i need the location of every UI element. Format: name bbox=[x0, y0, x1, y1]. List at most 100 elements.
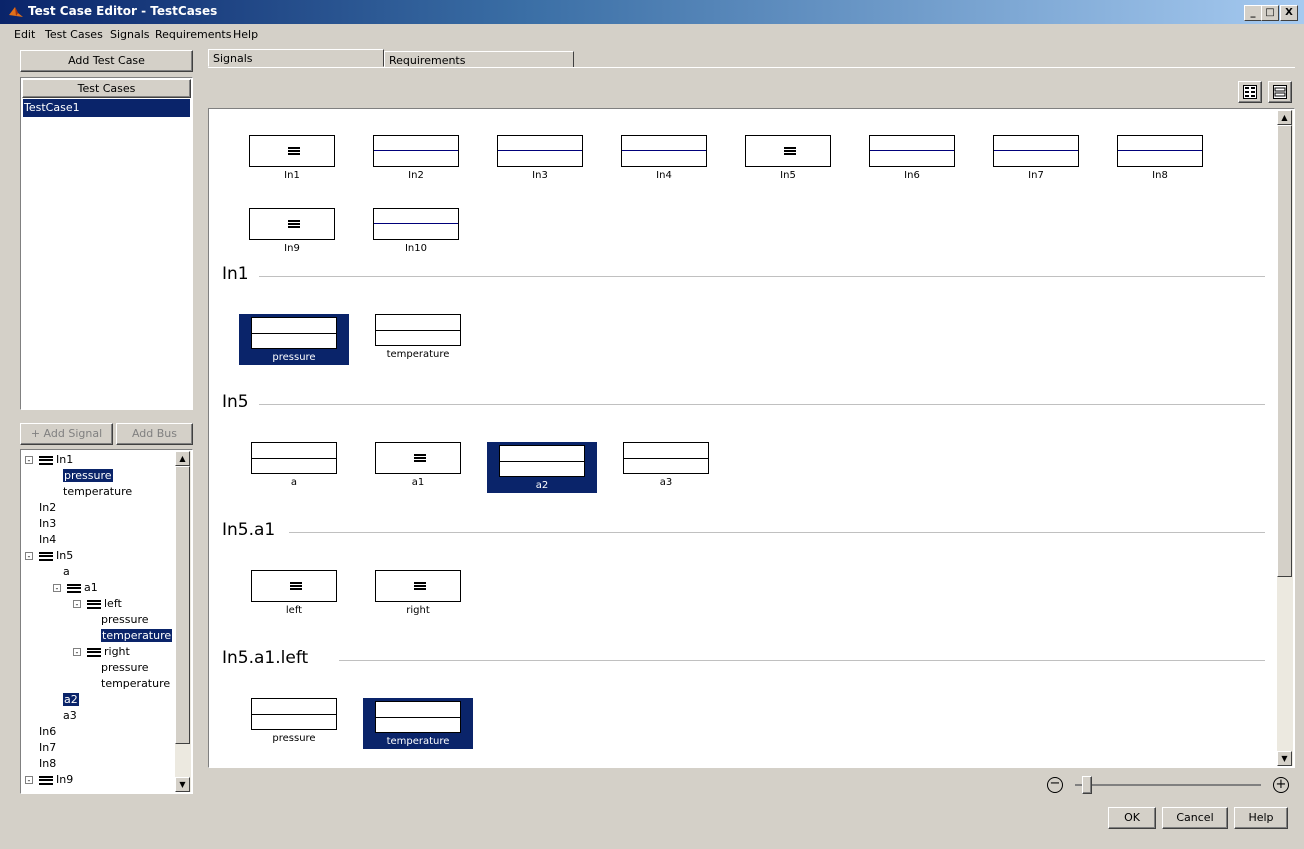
signal-block[interactable]: a3 bbox=[611, 442, 721, 488]
tree-item[interactable]: temperature bbox=[97, 676, 170, 692]
signal-line bbox=[500, 461, 584, 462]
canvas-scrollbar[interactable]: ▲ ▼ bbox=[1277, 110, 1293, 766]
zoom-slider-track[interactable] bbox=[1075, 776, 1261, 794]
zoom-in-icon[interactable]: + bbox=[1273, 777, 1289, 793]
bus-icon bbox=[290, 582, 302, 590]
menu-test-cases[interactable]: Test Cases bbox=[45, 28, 103, 41]
signal-name: pressure bbox=[272, 352, 316, 363]
zoom-slider-thumb[interactable] bbox=[1082, 776, 1093, 794]
bus-icon bbox=[288, 147, 300, 155]
signal-block[interactable]: In1 bbox=[237, 135, 347, 181]
collapse-icon[interactable]: - bbox=[73, 648, 81, 657]
menu-help[interactable]: Help bbox=[233, 28, 258, 41]
tree-item[interactable]: - In9 bbox=[25, 772, 73, 788]
collapse-icon[interactable]: - bbox=[73, 600, 81, 609]
add-test-case-button[interactable]: Add Test Case bbox=[20, 50, 193, 72]
menu-edit[interactable]: Edit bbox=[14, 28, 35, 41]
signal-block[interactable]: In6 bbox=[857, 135, 967, 181]
signal-block[interactable]: In5 bbox=[733, 135, 843, 181]
signal-preview bbox=[251, 317, 337, 349]
tree-scrollbar[interactable]: ▲ ▼ bbox=[175, 451, 191, 792]
tab-divider bbox=[208, 67, 1295, 68]
signal-preview bbox=[499, 445, 585, 477]
zoom-out-icon[interactable]: − bbox=[1047, 777, 1063, 793]
signal-block[interactable]: In8 bbox=[1105, 135, 1215, 181]
signal-block[interactable]: temperature bbox=[363, 314, 473, 360]
tree-item[interactable]: a2 bbox=[59, 692, 79, 708]
signal-name: In8 bbox=[1152, 170, 1168, 181]
tree-item-label: In1 bbox=[56, 453, 74, 466]
signal-block[interactable]: left bbox=[239, 570, 349, 616]
cancel-button[interactable]: Cancel bbox=[1162, 807, 1228, 829]
tree-item[interactable]: In7 bbox=[31, 740, 56, 756]
tree-item[interactable]: In4 bbox=[31, 532, 56, 548]
help-button[interactable]: Help bbox=[1234, 807, 1288, 829]
tree-item[interactable]: pressure bbox=[59, 468, 113, 484]
minimize-button[interactable]: _ bbox=[1244, 5, 1262, 21]
tree-item[interactable]: In8 bbox=[31, 756, 56, 772]
tab-signals[interactable]: Signals bbox=[208, 49, 384, 67]
tree-item[interactable]: pressure bbox=[97, 660, 149, 676]
tree-item[interactable]: - right bbox=[73, 644, 130, 660]
tree-item[interactable]: In2 bbox=[31, 500, 56, 516]
tree-item[interactable]: In3 bbox=[31, 516, 56, 532]
tree-item[interactable]: In6 bbox=[31, 724, 56, 740]
signal-preview bbox=[251, 570, 337, 602]
collapse-icon[interactable]: - bbox=[53, 584, 61, 593]
bus-icon bbox=[414, 454, 426, 462]
tree-item[interactable]: - In1 bbox=[25, 452, 74, 468]
collapse-icon[interactable]: - bbox=[25, 456, 33, 465]
test-case-item[interactable]: TestCase1 bbox=[23, 99, 190, 117]
signal-block[interactable]: pressure bbox=[239, 698, 349, 744]
tree-item[interactable]: temperature bbox=[97, 628, 173, 644]
signal-block[interactable]: right bbox=[363, 570, 473, 616]
signal-preview bbox=[249, 208, 335, 240]
section-divider bbox=[259, 404, 1265, 405]
scroll-up-icon[interactable]: ▲ bbox=[1277, 110, 1292, 125]
signal-block[interactable]: In3 bbox=[485, 135, 595, 181]
tab-requirements[interactable]: Requirements bbox=[384, 51, 574, 68]
signal-block[interactable]: pressure bbox=[239, 314, 349, 365]
tree-item[interactable]: a3 bbox=[59, 708, 77, 724]
scroll-down-icon[interactable]: ▼ bbox=[1277, 751, 1292, 766]
signal-line bbox=[624, 458, 708, 459]
signal-block[interactable]: a2 bbox=[487, 442, 597, 493]
collapse-icon[interactable]: - bbox=[25, 776, 33, 785]
tree-item-label: temperature bbox=[101, 677, 171, 690]
close-button[interactable]: X bbox=[1280, 5, 1298, 21]
test-cases-header[interactable]: Test Cases bbox=[22, 79, 191, 98]
tree-scroll-thumb[interactable] bbox=[175, 466, 190, 744]
list-view-button[interactable] bbox=[1268, 81, 1292, 103]
signal-block[interactable]: a bbox=[239, 442, 349, 488]
signal-block[interactable]: In4 bbox=[609, 135, 719, 181]
tree-item[interactable]: pressure bbox=[97, 612, 149, 628]
signal-block[interactable]: In9 bbox=[237, 208, 347, 254]
tree-item[interactable]: - In5 bbox=[25, 548, 73, 564]
tree-item[interactable]: a bbox=[59, 564, 70, 580]
signal-block[interactable]: a1 bbox=[363, 442, 473, 488]
add-signal-button[interactable]: + Add Signal bbox=[20, 423, 113, 445]
tree-item[interactable]: - left bbox=[73, 596, 122, 612]
section-title: In1 bbox=[222, 264, 249, 284]
signal-name: left bbox=[285, 605, 303, 616]
signal-block[interactable]: In10 bbox=[361, 208, 471, 254]
signal-line bbox=[376, 330, 460, 331]
menu-requirements[interactable]: Requirements bbox=[155, 28, 231, 41]
grid-view-button[interactable] bbox=[1238, 81, 1262, 103]
add-bus-button[interactable]: Add Bus bbox=[116, 423, 193, 445]
signal-preview bbox=[869, 135, 955, 167]
signal-block[interactable]: In2 bbox=[361, 135, 471, 181]
signal-block[interactable]: temperature bbox=[363, 698, 473, 749]
collapse-icon[interactable]: - bbox=[25, 552, 33, 561]
menu-signals[interactable]: Signals bbox=[110, 28, 150, 41]
signal-name: In4 bbox=[656, 170, 672, 181]
signal-block[interactable]: In7 bbox=[981, 135, 1091, 181]
tree-item[interactable]: - a1 bbox=[53, 580, 98, 596]
maximize-button[interactable]: □ bbox=[1261, 5, 1279, 21]
scroll-down-icon[interactable]: ▼ bbox=[175, 777, 190, 792]
scroll-up-icon[interactable]: ▲ bbox=[175, 451, 190, 466]
ok-button[interactable]: OK bbox=[1108, 807, 1156, 829]
canvas-scroll-thumb[interactable] bbox=[1277, 125, 1292, 577]
tree-item[interactable]: temperature bbox=[59, 484, 132, 500]
bus-icon bbox=[87, 647, 101, 657]
